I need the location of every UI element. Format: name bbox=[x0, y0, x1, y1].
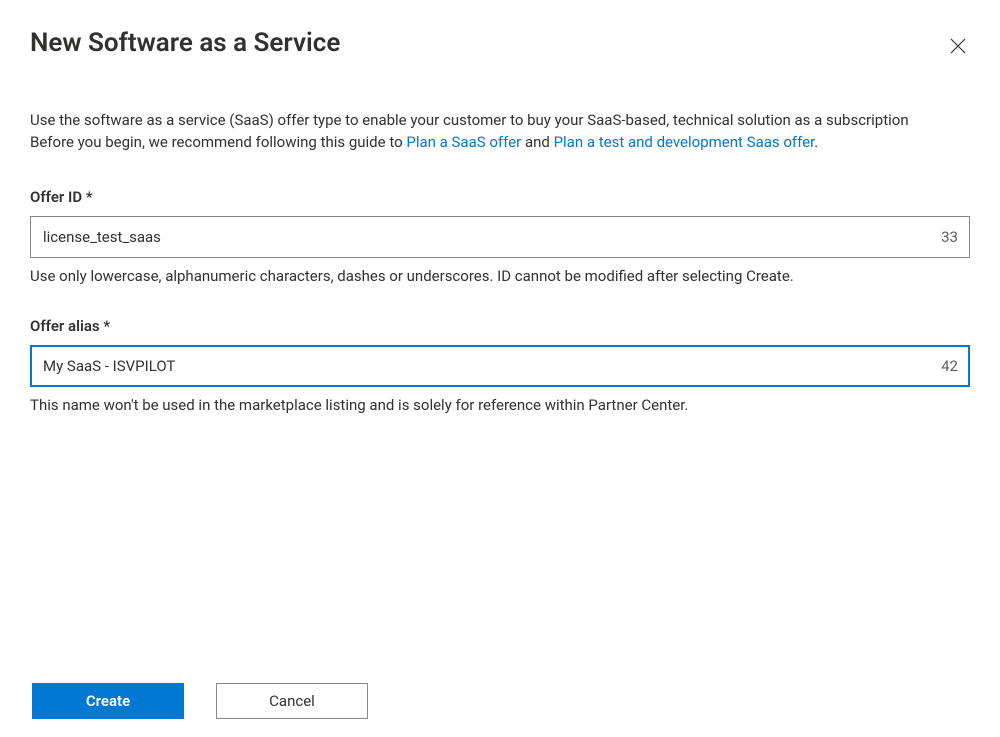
offer-alias-input[interactable] bbox=[30, 345, 970, 387]
create-button[interactable]: Create bbox=[32, 683, 184, 719]
description-line2-prefix: Before you begin, we recommend following… bbox=[30, 133, 406, 151]
offer-alias-field-group: Offer alias * 42 This name won't be used… bbox=[30, 317, 970, 416]
offer-alias-help-text: This name won't be used in the marketpla… bbox=[30, 395, 970, 416]
dialog-title: New Software as a Service bbox=[30, 28, 340, 58]
offer-id-label: Offer ID * bbox=[30, 188, 970, 206]
dialog-description: Use the software as a service (SaaS) off… bbox=[30, 110, 970, 154]
offer-alias-label: Offer alias * bbox=[30, 317, 970, 335]
cancel-button[interactable]: Cancel bbox=[216, 683, 368, 719]
offer-id-input-wrapper: 33 bbox=[30, 216, 970, 258]
dialog-header: New Software as a Service bbox=[30, 28, 970, 58]
plan-saas-offer-link[interactable]: Plan a SaaS offer bbox=[406, 133, 521, 151]
offer-id-help-text: Use only lowercase, alphanumeric charact… bbox=[30, 266, 970, 287]
description-line2-suffix: . bbox=[814, 133, 818, 151]
close-button[interactable] bbox=[946, 34, 970, 58]
description-line2-mid: and bbox=[521, 133, 553, 151]
offer-id-field-group: Offer ID * 33 Use only lowercase, alphan… bbox=[30, 188, 970, 287]
dialog-footer: Create Cancel bbox=[32, 683, 368, 719]
offer-alias-input-wrapper: 42 bbox=[30, 345, 970, 387]
offer-id-input[interactable] bbox=[30, 216, 970, 258]
description-line1: Use the software as a service (SaaS) off… bbox=[30, 111, 909, 129]
plan-test-dev-offer-link[interactable]: Plan a test and development Saas offer bbox=[554, 133, 815, 151]
close-icon bbox=[950, 38, 966, 54]
